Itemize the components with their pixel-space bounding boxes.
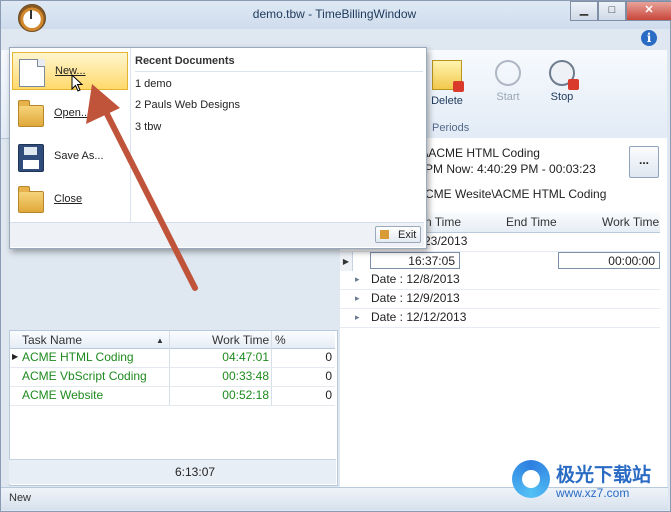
watermark-url: www.xz7.com	[556, 486, 630, 500]
date-text: Date : 12/12/2013	[371, 310, 467, 324]
start-button-label: Start	[496, 91, 520, 103]
menu-item-open[interactable]: Open...	[12, 95, 128, 133]
watermark-name: 极光下载站	[556, 464, 652, 486]
date-text: 23/2013	[424, 234, 468, 248]
exit-icon	[380, 230, 389, 239]
minimize-icon[interactable]: ▁	[570, 1, 598, 21]
watermark-logo-icon	[512, 460, 550, 498]
mouse-cursor-icon	[71, 74, 83, 92]
open-folder-icon	[18, 100, 44, 127]
end-time-cell[interactable]: 16:37:05	[370, 252, 460, 269]
work-time-cell[interactable]: 00:00:00	[558, 252, 660, 269]
tasks-total-bar	[9, 459, 336, 484]
delete-period-icon	[432, 60, 464, 92]
period-row[interactable]: 16:37:05 00:00:00	[352, 252, 660, 271]
recent-document-item[interactable]: 1 demo	[135, 78, 172, 90]
column-work-time[interactable]: Work Time	[212, 333, 269, 347]
recent-documents-title: Recent Documents	[135, 55, 235, 67]
save-as-icon	[18, 144, 44, 172]
expand-icon[interactable]: ▸	[355, 312, 360, 323]
browse-button[interactable]: ...	[629, 146, 659, 178]
periods-group-label: Periods	[432, 122, 470, 134]
menu-item-new[interactable]: New...	[12, 52, 128, 90]
period-date-row[interactable]: ▸ Date : 12/9/2013	[340, 289, 660, 309]
current-row-indicator-icon: ▶	[12, 352, 19, 361]
stop-button-label: Stop	[550, 91, 574, 103]
status-text: New	[9, 492, 32, 504]
recent-document-item[interactable]: 3 tbw	[135, 121, 161, 133]
task-name: ACME Website	[22, 388, 104, 402]
column-start-time[interactable]: n Time	[425, 215, 461, 229]
expand-icon[interactable]: ▸	[355, 274, 360, 285]
recent-divider	[135, 71, 423, 72]
task-name: ACME HTML Coding	[22, 350, 134, 364]
period-date-row[interactable]: ▸ Date : 12/12/2013	[340, 308, 660, 328]
close-folder-icon	[18, 186, 44, 213]
info-time: PM Now: 4:40:29 PM - 00:03:23	[425, 162, 596, 176]
column-task-name[interactable]: Task Name	[22, 333, 82, 347]
expand-icon[interactable]: ▸	[355, 293, 360, 304]
watermark: 极光下载站 www.xz7.com	[512, 458, 662, 504]
stopwatch-icon	[495, 60, 521, 86]
sort-ascending-icon: ▲	[156, 336, 164, 345]
stop-button[interactable]: Stop	[536, 60, 588, 103]
menu-item-open-label: Open...	[54, 107, 91, 119]
column-percent[interactable]: %	[275, 333, 286, 347]
task-percent: 0	[325, 369, 332, 383]
start-button[interactable]: Start	[482, 60, 534, 103]
menu-item-close-label: Close	[54, 193, 83, 205]
exit-button-label: Exit	[398, 229, 417, 241]
task-row[interactable]: ACME VbScript Coding 00:33:48 0	[10, 367, 335, 387]
task-percent: 0	[325, 388, 332, 402]
recent-document-item[interactable]: 2 Pauls Web Designs	[135, 99, 240, 111]
task-work-time: 00:52:18	[222, 388, 269, 402]
column-work-time[interactable]: Work Time	[602, 215, 659, 229]
task-row[interactable]: ▶ ACME HTML Coding 04:47:01 0	[10, 348, 335, 368]
task-row[interactable]: ACME Website 00:52:18 0	[10, 386, 335, 406]
menu-item-save-as[interactable]: Save As...	[12, 138, 128, 176]
date-text: Date : 12/8/2013	[371, 272, 460, 286]
info-project-task: CME Wesite\ACME HTML Coding	[425, 187, 607, 201]
new-document-icon	[19, 59, 45, 87]
date-text: Date : 12/9/2013	[371, 291, 460, 305]
task-name: ACME VbScript Coding	[22, 369, 147, 383]
column-end-time[interactable]: End Time	[506, 215, 557, 229]
window-controls: ▁ □ ✕	[570, 1, 671, 21]
window-title: demo.tbw - TimeBillingWindow	[252, 7, 417, 21]
exit-button[interactable]: Exit	[375, 226, 421, 243]
period-date-row[interactable]: ▸ Date : 12/8/2013	[340, 270, 660, 290]
left-panel	[9, 246, 336, 328]
task-work-time: 00:33:48	[222, 369, 269, 383]
info-task-path: \ACME HTML Coding	[425, 146, 540, 160]
application-menu-footer	[10, 222, 424, 247]
close-icon[interactable]: ✕	[626, 1, 671, 21]
menu-item-close[interactable]: Close	[12, 181, 128, 219]
task-work-time: 04:47:01	[222, 350, 269, 364]
maximize-icon[interactable]: □	[598, 1, 626, 21]
help-icon[interactable]: i	[641, 30, 657, 46]
menu-item-save-as-label: Save As...	[54, 150, 104, 162]
delete-button-label: Delete	[431, 95, 463, 107]
task-percent: 0	[325, 350, 332, 364]
delete-button[interactable]: Delete	[421, 60, 473, 107]
stopwatch-stop-icon	[549, 60, 579, 90]
total-work-time: 6:13:07	[175, 465, 216, 479]
